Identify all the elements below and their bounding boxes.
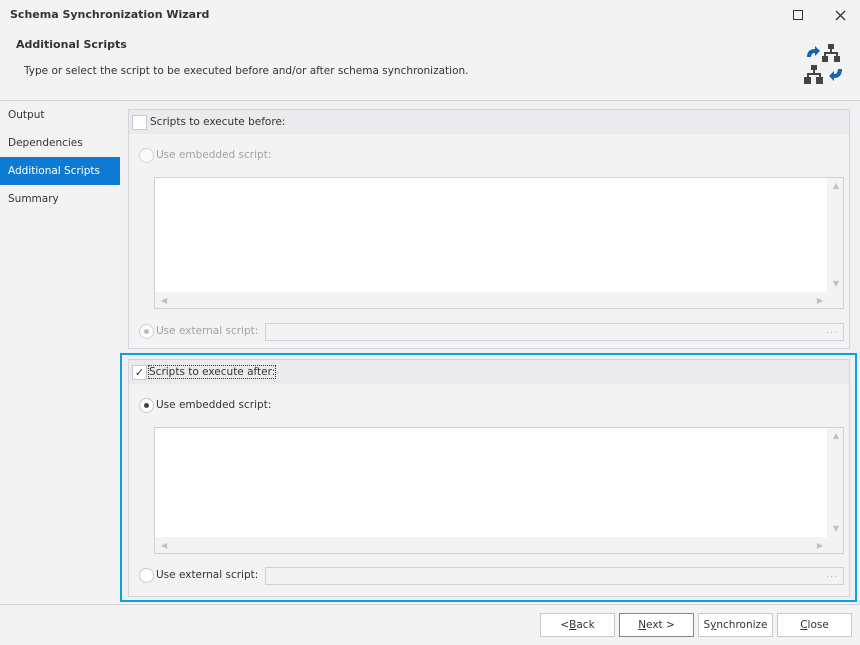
- close-rest: lose: [807, 619, 829, 631]
- window-title: Schema Synchronization Wizard: [10, 8, 210, 21]
- synchronize-button[interactable]: Sy nchronize: [698, 613, 773, 637]
- close-icon: [835, 10, 845, 20]
- before-embedded-script-editor[interactable]: ▲ ▼ ◀ ▶: [154, 177, 844, 309]
- sidebar-item-dependencies[interactable]: Dependencies: [0, 129, 120, 157]
- page-title: Additional Scripts: [16, 38, 127, 51]
- maximize-button[interactable]: [788, 5, 808, 25]
- before-embedded-label: Use embedded script:: [156, 149, 272, 161]
- next-button[interactable]: Next >: [619, 613, 694, 637]
- sidebar-item-additional-scripts[interactable]: Additional Scripts: [0, 157, 120, 185]
- close-mnemonic: C: [800, 619, 808, 631]
- wizard-steps-sidebar: Output Dependencies Additional Scripts S…: [0, 101, 120, 604]
- back-mnemonic: B: [569, 619, 577, 631]
- browse-button[interactable]: ...: [826, 326, 838, 336]
- sync-rest: nchronize: [716, 619, 768, 631]
- scripts-before-label: Scripts to execute before:: [150, 116, 286, 128]
- close-button[interactable]: Close: [777, 613, 852, 637]
- sync-prefix: S: [703, 619, 711, 631]
- before-external-label: Use external script:: [156, 325, 259, 337]
- back-rest: ack: [576, 619, 595, 631]
- before-embedded-radio[interactable]: [139, 148, 154, 163]
- focus-highlight: [120, 353, 857, 602]
- scroll-left-icon[interactable]: ◀: [161, 296, 167, 305]
- scroll-down-icon[interactable]: ▼: [833, 279, 839, 288]
- close-window-button[interactable]: [830, 5, 850, 25]
- back-button[interactable]: < Back: [540, 613, 615, 637]
- sidebar-item-summary[interactable]: Summary: [0, 185, 120, 213]
- next-rest: ext >: [646, 619, 675, 631]
- before-external-radio[interactable]: [139, 324, 154, 339]
- scroll-up-icon[interactable]: ▲: [833, 181, 839, 190]
- page-description: Type or select the script to be executed…: [24, 65, 469, 77]
- maximize-icon: [793, 10, 803, 20]
- before-external-script-input[interactable]: ...: [265, 323, 844, 341]
- scroll-right-icon[interactable]: ▶: [817, 296, 823, 305]
- scripts-before-group: Scripts to execute before: Use embedded …: [128, 109, 850, 349]
- scripts-before-checkbox[interactable]: [132, 115, 147, 130]
- next-mnemonic: N: [638, 619, 647, 631]
- sidebar-item-output[interactable]: Output: [0, 101, 120, 129]
- footer-divider: [0, 604, 860, 605]
- back-prefix: <: [560, 619, 570, 631]
- schema-sync-icon: [803, 43, 847, 90]
- before-script-textarea[interactable]: [155, 178, 827, 292]
